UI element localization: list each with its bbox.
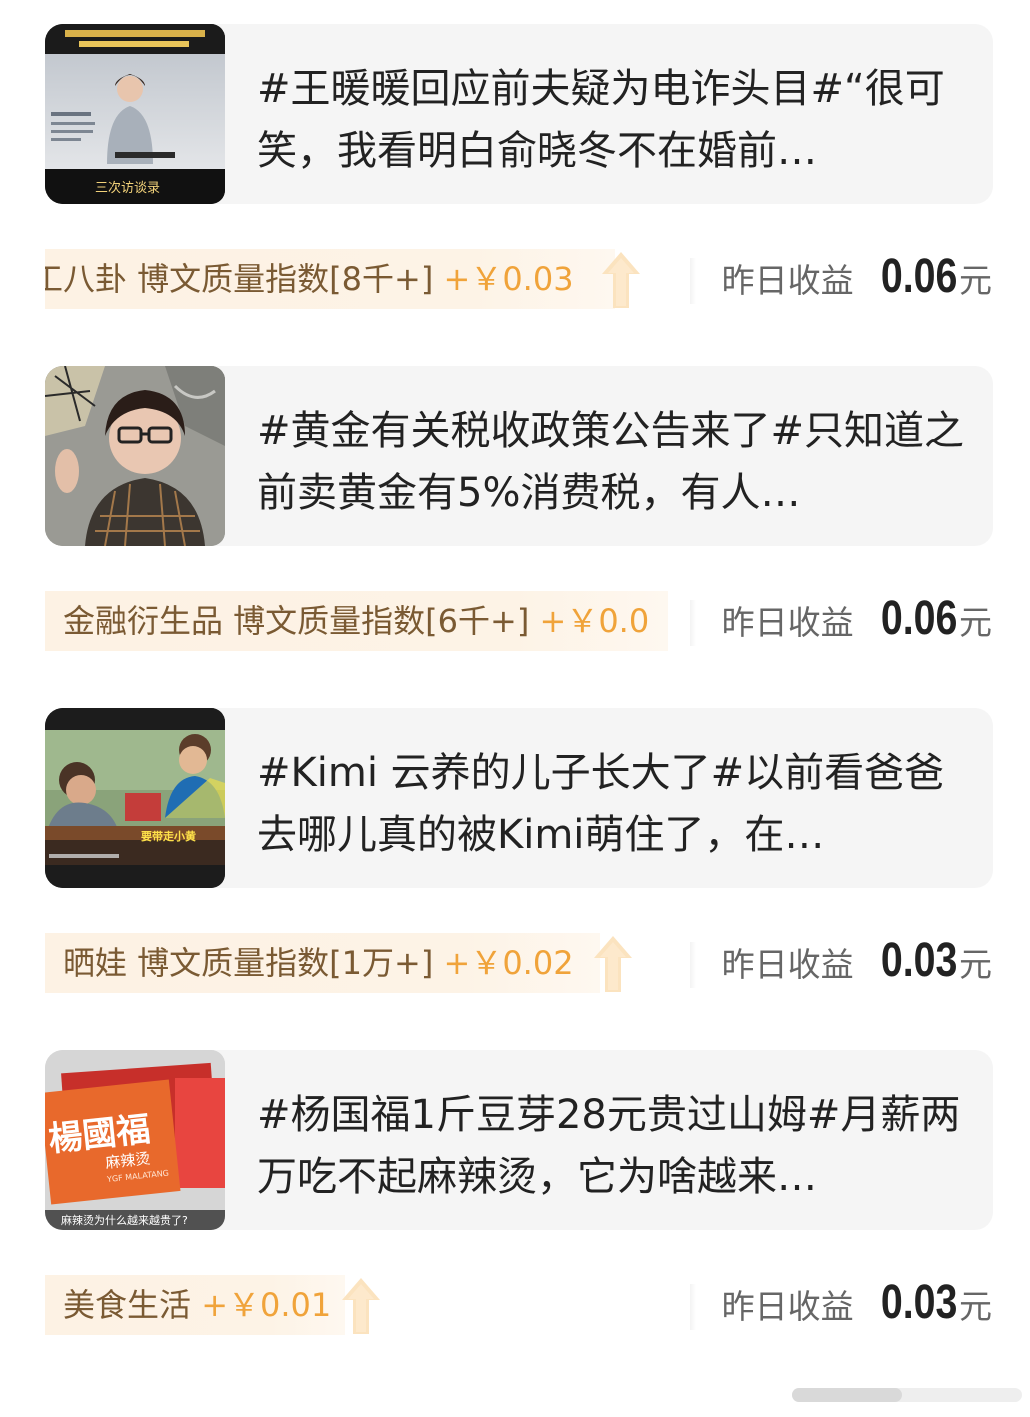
thumbnail-image: 三次访谈录 bbox=[45, 24, 225, 204]
earnings-unit: 元 bbox=[959, 1287, 992, 1326]
post-title[interactable]: #Kimi 云养的儿子长大了#以前看爸爸去哪儿真的被Kimi萌住了，在… bbox=[257, 742, 967, 866]
bonus-amount: +￥0.0 bbox=[539, 602, 650, 640]
topic-tag-text: 金融衍生品 博文质量指数[6千+] bbox=[63, 602, 530, 640]
post-title[interactable]: #黄金有关税收政策公告来了#只知道之前卖黄金有5%消费税，有人… bbox=[257, 400, 967, 524]
post-card[interactable]: #黄金有关税收政策公告来了#只知道之前卖黄金有5%消费税，有人… bbox=[45, 366, 993, 546]
thumbnail-caption: 要带走小黄 bbox=[141, 829, 196, 843]
arrow-up-icon bbox=[602, 252, 640, 308]
thumbnail-image: 楊國福 麻辣烫 YGF MALATANG 麻辣烫为什么越来越贵了? bbox=[45, 1050, 225, 1230]
post-thumbnail[interactable] bbox=[45, 366, 225, 546]
earnings-value: 0.03 bbox=[880, 934, 957, 987]
thumbnail-caption: 麻辣烫为什么越来越贵了? bbox=[61, 1213, 188, 1227]
yesterday-earnings: 昨日收益 0.03 元 bbox=[722, 933, 992, 1003]
horizontal-scrollbar[interactable] bbox=[792, 1388, 1022, 1402]
earnings-value: 0.06 bbox=[880, 250, 957, 303]
post-title[interactable]: #王暖暖回应前夫疑为电诈头目#“很可笑，我看明白俞晓冬不在婚前… bbox=[257, 58, 967, 182]
yesterday-earnings: 昨日收益 0.03 元 bbox=[722, 1275, 992, 1345]
post-card[interactable]: 楊國福 麻辣烫 YGF MALATANG 麻辣烫为什么越来越贵了? #杨国福1斤… bbox=[45, 1050, 993, 1230]
divider bbox=[690, 258, 696, 304]
thumbnail-caption: 三次访谈录 bbox=[95, 180, 160, 196]
yesterday-earnings: 昨日收益 0.06 元 bbox=[722, 591, 992, 661]
post-title[interactable]: #杨国福1斤豆芽28元贵过山姆#月薪两万吃不起麻辣烫，它为啥越来… bbox=[257, 1084, 967, 1208]
divider bbox=[690, 600, 696, 646]
earnings-label: 昨日收益 bbox=[721, 1287, 854, 1326]
list-item[interactable]: 三次访谈录 #王暖暖回应前夫疑为电诈头目#“很可笑，我看明白俞晓冬不在婚前… 工… bbox=[0, 0, 1030, 342]
earnings-list-page: 三次访谈录 #王暖暖回应前夫疑为电诈头目#“很可笑，我看明白俞晓冬不在婚前… 工… bbox=[0, 0, 1030, 1417]
topic-tag[interactable]: 美食生活 +￥0.01 bbox=[45, 1275, 345, 1335]
earnings-unit: 元 bbox=[959, 945, 992, 984]
post-thumbnail[interactable]: 三次访谈录 bbox=[45, 24, 225, 204]
post-card[interactable]: 三次访谈录 #王暖暖回应前夫疑为电诈头目#“很可笑，我看明白俞晓冬不在婚前… bbox=[45, 24, 993, 204]
thumbnail-image: 要带走小黄 bbox=[45, 708, 225, 888]
topic-tag-text: 工八卦 博文质量指数[8千+] bbox=[45, 260, 434, 298]
earnings-unit: 元 bbox=[959, 261, 992, 300]
earnings-unit: 元 bbox=[959, 603, 992, 642]
yesterday-earnings: 昨日收益 0.06 元 bbox=[722, 249, 992, 319]
bonus-amount: +￥0.03 bbox=[443, 260, 574, 298]
list-item[interactable]: 要带走小黄 #Kimi 云养的儿子长大了#以前看爸爸去哪儿真的被Kimi萌住了，… bbox=[0, 684, 1030, 1026]
arrow-up-icon bbox=[342, 1278, 380, 1334]
earnings-label: 昨日收益 bbox=[721, 603, 854, 642]
topic-tag-text: 美食生活 bbox=[63, 1286, 192, 1324]
post-card[interactable]: 要带走小黄 #Kimi 云养的儿子长大了#以前看爸爸去哪儿真的被Kimi萌住了，… bbox=[45, 708, 993, 888]
list-item[interactable]: #黄金有关税收政策公告来了#只知道之前卖黄金有5%消费税，有人… 金融衍生品 博… bbox=[0, 342, 1030, 684]
bonus-amount: +￥0.01 bbox=[201, 1286, 332, 1324]
earnings-value: 0.06 bbox=[880, 592, 957, 645]
divider bbox=[690, 942, 696, 988]
earnings-value: 0.03 bbox=[880, 1276, 957, 1329]
earnings-label: 昨日收益 bbox=[721, 945, 854, 984]
list-item[interactable]: 楊國福 麻辣烫 YGF MALATANG 麻辣烫为什么越来越贵了? #杨国福1斤… bbox=[0, 1026, 1030, 1368]
post-thumbnail[interactable]: 楊國福 麻辣烫 YGF MALATANG 麻辣烫为什么越来越贵了? bbox=[45, 1050, 225, 1230]
divider bbox=[690, 1284, 696, 1330]
topic-tag[interactable]: 晒娃 博文质量指数[1万+] +￥0.02 bbox=[45, 933, 600, 993]
arrow-up-icon bbox=[594, 936, 632, 992]
bonus-amount: +￥0.02 bbox=[443, 944, 574, 982]
topic-tag-text: 晒娃 博文质量指数[1万+] bbox=[63, 944, 434, 982]
topic-tag[interactable]: 金融衍生品 博文质量指数[6千+] +￥0.0 bbox=[45, 591, 668, 651]
earnings-label: 昨日收益 bbox=[721, 261, 854, 300]
scrollbar-thumb[interactable] bbox=[792, 1388, 902, 1402]
thumbnail-image bbox=[45, 366, 225, 546]
topic-tag[interactable]: 工八卦 博文质量指数[8千+] +￥0.03 bbox=[45, 249, 615, 309]
post-thumbnail[interactable]: 要带走小黄 bbox=[45, 708, 225, 888]
